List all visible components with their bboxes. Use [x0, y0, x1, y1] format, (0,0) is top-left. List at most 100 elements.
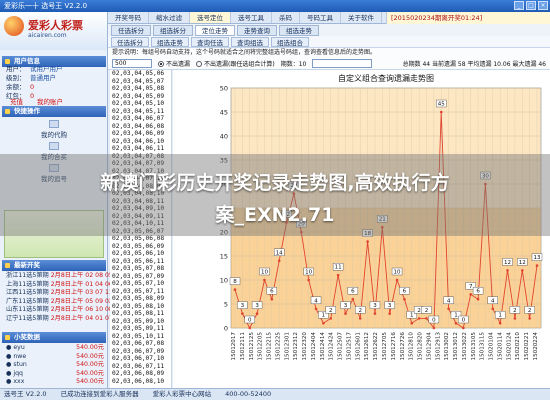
number-combo[interactable]: 02,03,05,08,09	[110, 295, 171, 303]
headline-banner: 新澳门彩历史开奖记录走势图,高效执行方 案_EXN2.71	[0, 154, 550, 236]
number-combo[interactable]: 02,03,05,07,08	[110, 265, 171, 273]
number-combo[interactable]: 02,03,05,08,11	[110, 310, 171, 318]
number-combo[interactable]: 02,03,06,07,08	[110, 340, 171, 348]
x-tick-label: 15012612	[364, 332, 370, 360]
number-combo[interactable]: 02,03,05,06,11	[110, 258, 171, 266]
result-row: 江西11选5第期 2月8日上午 03 07 11	[6, 289, 113, 298]
result-game: 上海11选5第期	[6, 280, 51, 288]
data-point	[366, 240, 369, 243]
number-combo[interactable]: 02,03,05,10,11	[110, 333, 171, 341]
section-icon	[5, 109, 10, 114]
data-label: 8	[233, 279, 237, 285]
number-combo[interactable]: 02,03,04,06,08	[110, 123, 171, 131]
x-tick-label: 15012215	[267, 332, 273, 361]
number-combo[interactable]: 02,03,05,06,09	[110, 243, 171, 251]
number-combo[interactable]: 02,03,04,06,09	[110, 130, 171, 138]
number-combo[interactable]: 02,03,05,08,10	[110, 303, 171, 311]
count-select[interactable]: 500	[112, 59, 152, 68]
data-point	[491, 307, 495, 311]
subtab[interactable]: 组选走势	[279, 25, 319, 36]
y-tick-label: 5	[224, 301, 228, 309]
number-combo[interactable]: 02,03,04,06,07	[110, 115, 171, 123]
number-combo[interactable]: 02,03,04,05,08	[110, 85, 171, 93]
option-radio[interactable]: 不出遗漏	[158, 59, 190, 68]
op-item[interactable]: 我的代购	[4, 118, 104, 140]
number-combo[interactable]: 02,03,06,08,10	[110, 378, 171, 386]
tool-tab[interactable]: 查询任选	[191, 37, 229, 47]
stat-name: ● eyu	[6, 344, 25, 351]
number-combo[interactable]: 02,03,04,05,11	[110, 108, 171, 116]
number-combo[interactable]: 02,03,05,07,11	[110, 288, 171, 296]
number-combo[interactable]: 02,03,05,06,10	[110, 250, 171, 258]
number-combo[interactable]: 02,03,06,07,10	[110, 355, 171, 363]
data-label: 0	[248, 318, 252, 324]
result-numbers: 2月8日上午 06 10 08	[50, 306, 113, 313]
menu-item[interactable]: 选号定位	[190, 12, 231, 23]
menu-item[interactable]: 开奖号码	[108, 12, 149, 23]
chart-title: 自定义组合查询遗漏走势图	[338, 73, 434, 83]
latest-results: 浙江11选5第期 2月8日上午 02 08 05 上海11选5第期 2月8日上午 …	[6, 272, 113, 324]
data-label: 1	[410, 313, 414, 319]
number-combo[interactable]: 02,03,05,06,08	[110, 235, 171, 243]
tool-tab[interactable]: 组选走势	[151, 37, 189, 47]
close-button[interactable]: ×	[538, 1, 548, 10]
subtab[interactable]: 定位走势	[195, 25, 235, 36]
x-tick-label: 15012716	[391, 332, 397, 361]
data-label: 11	[335, 265, 342, 271]
number-combo[interactable]: 02,03,04,05,10	[110, 100, 171, 108]
menu-item[interactable]: 关于软件	[341, 12, 382, 23]
data-label: 12	[519, 260, 526, 266]
section-title: 用户信息	[14, 57, 40, 65]
recharge-link[interactable]: 充值	[6, 98, 27, 106]
option-radio[interactable]: 不出遗漏(跟任选组合计算)	[196, 59, 275, 68]
minimize-button[interactable]: _	[514, 1, 524, 10]
period-input[interactable]	[312, 59, 373, 68]
subtab[interactable]: 组选拆分	[153, 25, 193, 36]
y-tick-label: 0	[224, 325, 228, 333]
menu-item[interactable]: 杀码	[272, 12, 300, 23]
x-tick-label: 15020114	[497, 332, 503, 361]
menu-item[interactable]: 缩水过滤	[149, 12, 190, 23]
x-tick-label: 15012601	[355, 332, 361, 361]
x-tick-label: 15012705	[382, 332, 388, 361]
number-combo[interactable]: 02,03,06,07,09	[110, 348, 171, 356]
subtab[interactable]: 任选拆分	[111, 25, 151, 36]
data-label: 6	[270, 289, 274, 295]
section-icon	[5, 59, 10, 64]
x-tick-label: 15012810	[409, 332, 415, 361]
stat-row: ● stun 540.00元	[6, 361, 104, 370]
number-combo[interactable]: 02,03,06,08,09	[110, 370, 171, 378]
result-row: 辽宁11选5第期 2月8日上午 04 01 07	[6, 315, 113, 324]
number-combo[interactable]: 02,03,05,09,10	[110, 318, 171, 326]
data-label: 6	[351, 289, 355, 295]
data-label: 2	[358, 308, 362, 314]
data-label: 1	[454, 313, 458, 319]
number-combo[interactable]: 02,03,04,06,11	[110, 145, 171, 153]
stat-row: ● xxx 540.00元	[6, 378, 104, 387]
number-combo[interactable]: 02,03,05,07,10	[110, 280, 171, 288]
menu-item[interactable]: 选号工具	[231, 12, 272, 23]
maximize-button[interactable]: □	[526, 1, 536, 10]
tool-tab[interactable]: 查询组选	[231, 37, 269, 47]
result-numbers: 2月8日上午 01 04 06	[50, 280, 113, 288]
x-tick-label: 15013022	[462, 332, 468, 360]
radio-checked-icon	[158, 60, 164, 67]
number-combo[interactable]: 02,03,05,07,09	[110, 273, 171, 281]
number-combo[interactable]: 02,03,04,05,07	[110, 78, 171, 86]
number-combo[interactable]: 02,03,04,05,06	[110, 70, 171, 78]
number-combo[interactable]: 02,03,06,07,11	[110, 363, 171, 371]
data-point	[336, 273, 340, 277]
number-combo[interactable]: 02,03,05,09,11	[110, 325, 171, 333]
number-combo[interactable]: 02,03,04,06,10	[110, 138, 171, 146]
status-version: 选号王 V2.2.0	[4, 390, 47, 398]
menu-item[interactable]: 号码工具	[300, 12, 341, 23]
tool-tab[interactable]: 任选拆分	[111, 37, 149, 47]
my-account-link[interactable]: 我的账户	[33, 98, 67, 106]
x-tick-label: 15020124	[506, 332, 512, 361]
tool-tab[interactable]: 组选组合	[271, 37, 309, 47]
brand-name: 爱彩人彩票	[28, 19, 83, 32]
number-combo[interactable]: 02,03,04,05,09	[110, 93, 171, 101]
data-point	[241, 312, 244, 315]
stat-value: 540.00元	[76, 369, 104, 377]
subtab[interactable]: 走势查询	[237, 25, 277, 36]
